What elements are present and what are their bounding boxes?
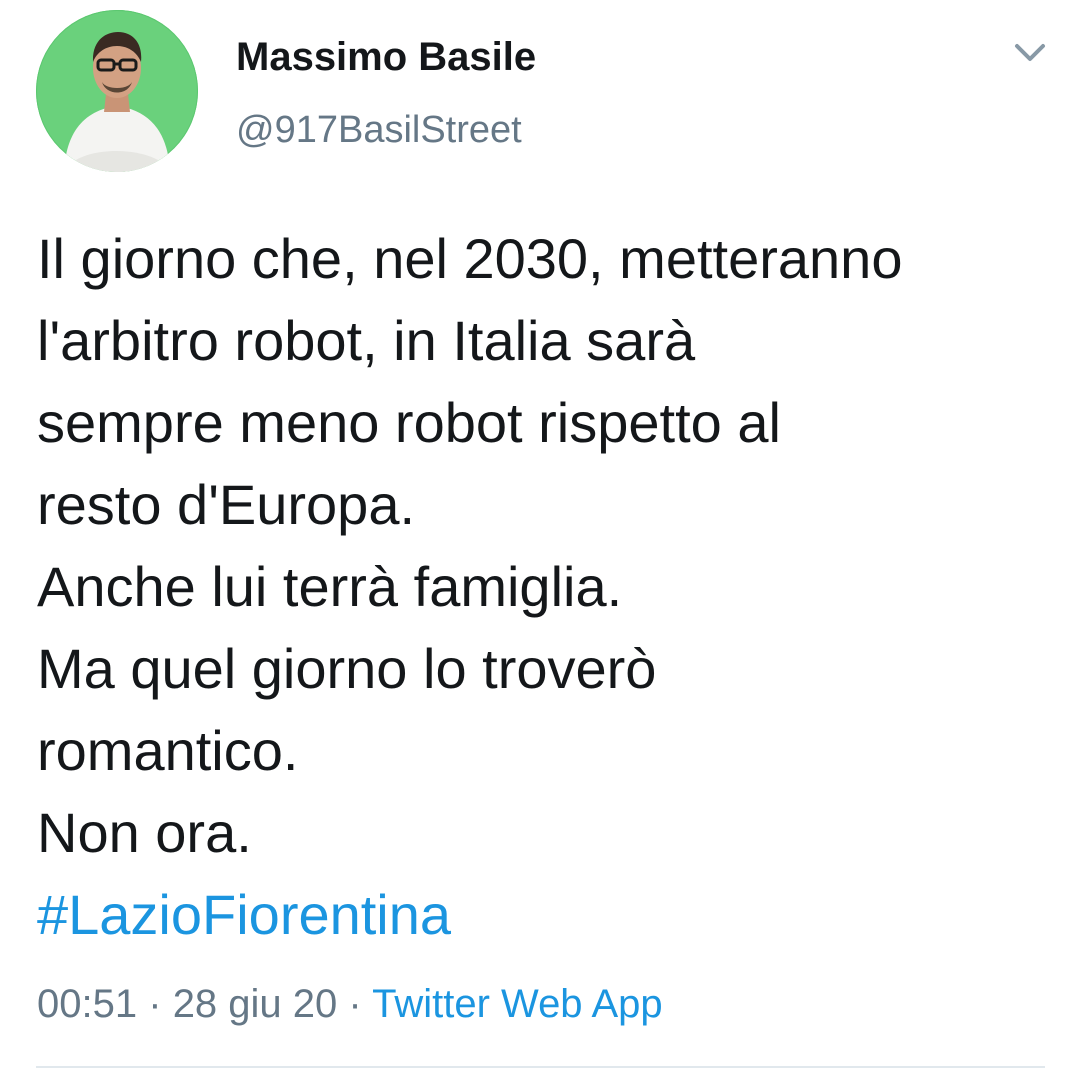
divider [36,1066,1045,1068]
meta-separator: · [348,982,362,1026]
meta-separator: · [148,982,162,1026]
avatar[interactable] [36,10,198,172]
tweet-line: resto d'Europa. [37,473,416,536]
tweet-line: Ma quel giorno lo troverò [37,637,657,700]
tweet-source-link[interactable]: Twitter Web App [372,982,663,1026]
tweet-text: Il giorno che, nel 2030, metteranno l'ar… [37,218,1057,956]
tweet-line: romantico. [37,719,299,782]
author-name[interactable]: Massimo Basile [236,33,536,81]
tweet-line: l'arbitro robot, in Italia sarà [37,309,696,372]
tweet-line: Anche lui terrà famiglia. [37,555,623,618]
chevron-down-icon[interactable] [1012,38,1048,68]
tweet-time[interactable]: 00:51 [37,982,137,1026]
hashtag-link[interactable]: #LazioFiorentina [37,883,451,946]
avatar-photo [36,10,198,172]
tweet-line: Non ora. [37,801,252,864]
tweet-line: sempre meno robot rispetto al [37,391,781,454]
tweet-date[interactable]: 28 giu 20 [173,982,338,1026]
tweet-metadata: 00:51 · 28 giu 20 · Twitter Web App [37,978,663,1030]
author-handle[interactable]: @917BasilStreet [236,106,522,154]
tweet-line: Il giorno che, nel 2030, metteranno [37,227,903,290]
